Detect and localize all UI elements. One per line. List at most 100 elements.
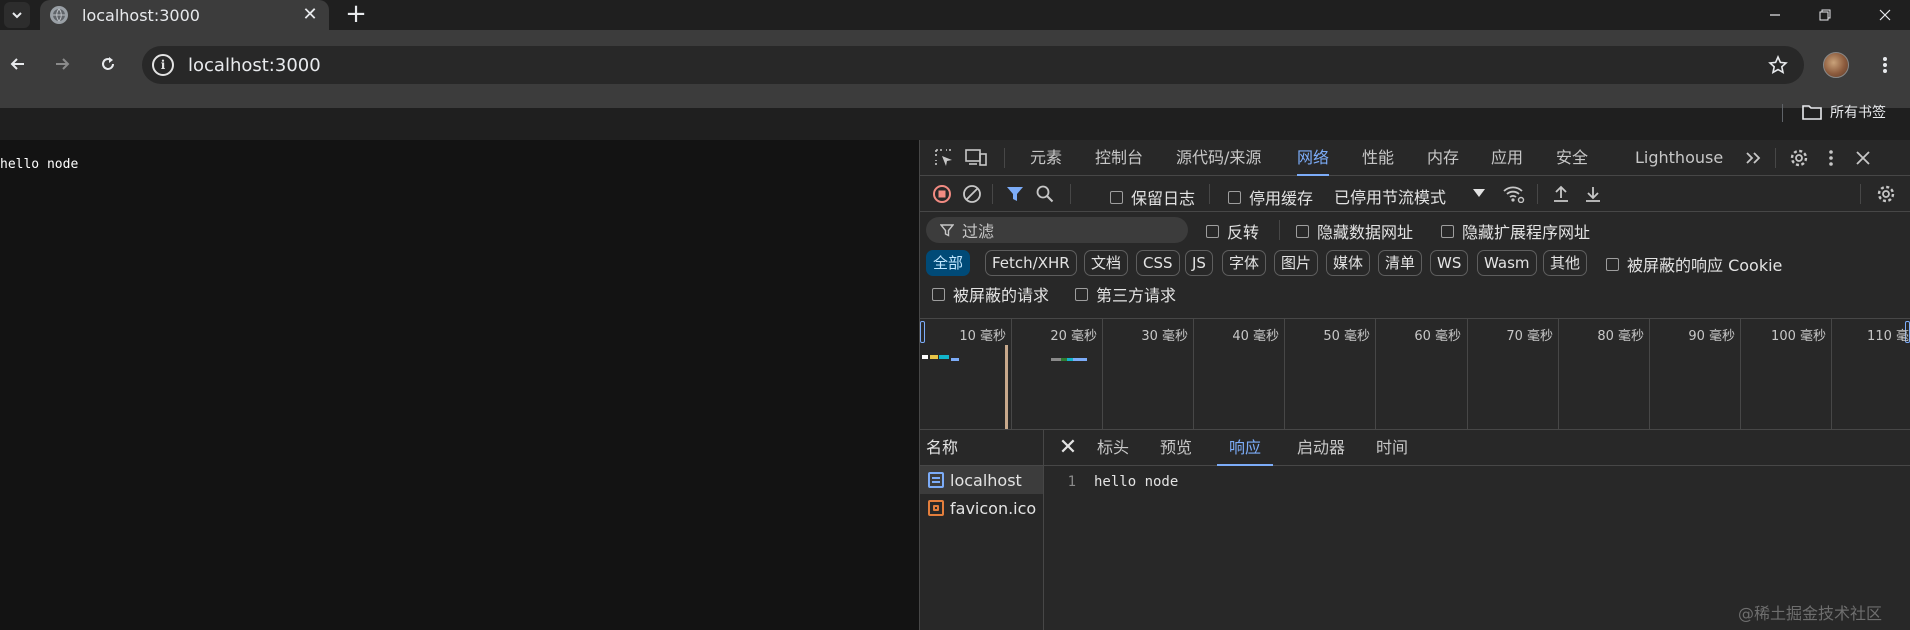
tab-lighthouse[interactable]: Lighthouse [1635, 140, 1723, 176]
details-tab-bar: ✕ 标头 预览 响应 启动器 时间 [1044, 430, 1910, 466]
profile-avatar[interactable] [1823, 52, 1849, 78]
response-text[interactable]: hello node [1094, 474, 1178, 490]
checkbox[interactable] [1206, 224, 1219, 238]
close-window-button[interactable] [1860, 0, 1910, 30]
blocked-response-cookies-checkbox[interactable]: 被屏蔽的响应 Cookie [1606, 252, 1782, 276]
line-number: 1 [1067, 474, 1076, 490]
document-icon [928, 472, 944, 488]
type-filter-other[interactable]: 其他 [1543, 250, 1588, 276]
forward-button[interactable] [46, 48, 78, 80]
browser-tab[interactable]: localhost:3000 ✕ [40, 0, 329, 30]
tab-performance[interactable]: 性能 [1362, 140, 1394, 176]
checkbox[interactable] [1441, 224, 1454, 238]
address-bar[interactable]: i localhost:3000 [142, 46, 1804, 84]
tab-memory[interactable]: 内存 [1427, 140, 1459, 176]
timeline-label: 60 毫秒 [1414, 329, 1461, 344]
dropdown-arrow-icon[interactable] [1473, 189, 1485, 197]
timeline-label: 100 毫秒 [1771, 329, 1826, 344]
type-filter-font[interactable]: 字体 [1222, 250, 1267, 276]
tab-console[interactable]: 控制台 [1095, 140, 1143, 176]
watermark: @稀土掘金技术社区 [1738, 604, 1883, 623]
device-toolbar-button[interactable] [962, 144, 990, 172]
devtools-settings-button[interactable] [1785, 144, 1813, 172]
clear-button[interactable] [958, 180, 986, 208]
tab-network[interactable]: 网络 [1297, 140, 1330, 176]
checkbox[interactable] [1296, 224, 1309, 238]
request-row[interactable]: localhost [920, 466, 1043, 494]
name-column-header[interactable]: 名称 [920, 430, 1043, 466]
preserve-log-checkbox[interactable]: 保留日志 [1110, 185, 1195, 209]
url-text[interactable]: localhost:3000 [188, 55, 1762, 76]
throttling-select[interactable]: 已停用节流模式 [1334, 184, 1446, 208]
site-info-icon[interactable]: i [152, 54, 174, 76]
tab-timing[interactable]: 时间 [1376, 430, 1408, 466]
checkbox[interactable] [932, 287, 945, 301]
import-har-button[interactable] [1547, 180, 1575, 208]
tab-security[interactable]: 安全 [1556, 140, 1588, 176]
tab-sources[interactable]: 源代码/来源 [1176, 140, 1261, 176]
search-icon [1036, 185, 1054, 203]
bookmark-star-icon[interactable] [1762, 49, 1794, 81]
type-filter-js[interactable]: JS [1185, 250, 1213, 276]
third-party-checkbox[interactable]: 第三方请求 [1075, 282, 1176, 306]
tab-response[interactable]: 响应 [1217, 430, 1274, 466]
search-button[interactable] [1031, 180, 1059, 208]
tab-search-button[interactable] [4, 2, 30, 28]
hide-extension-urls-checkbox[interactable]: 隐藏扩展程序网址 [1441, 219, 1590, 243]
tab-application[interactable]: 应用 [1491, 140, 1523, 176]
tab-initiator[interactable]: 启动器 [1297, 430, 1345, 466]
request-row[interactable]: favicon.ico [920, 494, 1043, 522]
toolbar-separator [1070, 184, 1071, 204]
close-icon [1879, 9, 1891, 21]
response-body[interactable]: 1 hello node [1044, 474, 1179, 490]
checkbox[interactable] [1075, 287, 1088, 301]
filter-input[interactable]: 过滤 [926, 217, 1188, 243]
tab-headers[interactable]: 标头 [1097, 430, 1129, 466]
checkbox[interactable] [1110, 190, 1123, 204]
inspect-element-button[interactable] [930, 144, 958, 172]
network-settings-button[interactable] [1872, 180, 1900, 208]
close-devtools-button[interactable] [1849, 144, 1877, 172]
type-filter-img[interactable]: 图片 [1274, 250, 1319, 276]
type-filter-wasm[interactable]: Wasm [1477, 250, 1537, 276]
checkbox[interactable] [1228, 190, 1241, 204]
network-conditions-button[interactable] [1500, 180, 1528, 208]
request-bar [1051, 358, 1061, 361]
restore-button[interactable] [1800, 0, 1850, 30]
hide-data-urls-checkbox[interactable]: 隐藏数据网址 [1296, 219, 1413, 243]
type-filter-fetch-xhr[interactable]: Fetch/XHR [985, 250, 1077, 276]
browser-menu-button[interactable] [1870, 50, 1900, 80]
device-icon [965, 149, 987, 166]
arrow-left-icon [10, 58, 24, 70]
network-overview-timeline[interactable]: 10 毫秒 20 毫秒 30 毫秒 40 毫秒 50 毫秒 60 毫秒 70 毫… [920, 318, 1910, 430]
tab-preview[interactable]: 预览 [1160, 430, 1192, 466]
type-filter-media[interactable]: 媒体 [1326, 250, 1371, 276]
new-tab-button[interactable]: + [342, 1, 370, 29]
type-filter-ws[interactable]: WS [1430, 250, 1469, 276]
bookmarks-separator [1782, 104, 1783, 122]
type-filter-all[interactable]: 全部 [926, 250, 971, 276]
invert-checkbox[interactable]: 反转 [1206, 219, 1259, 243]
overview-left-handle[interactable] [920, 321, 925, 343]
type-filter-doc[interactable]: 文档 [1084, 250, 1129, 276]
close-details-icon[interactable]: ✕ [1056, 436, 1080, 460]
checkbox[interactable] [1606, 257, 1619, 271]
all-bookmarks-button[interactable]: 所有书签 [1802, 102, 1886, 122]
blocked-requests-checkbox[interactable]: 被屏蔽的请求 [932, 282, 1049, 306]
devtools-menu-button[interactable] [1817, 144, 1845, 172]
type-filter-manifest[interactable]: 清单 [1378, 250, 1423, 276]
reload-button[interactable] [92, 48, 124, 80]
request-bar [951, 358, 959, 361]
export-har-button[interactable] [1579, 180, 1607, 208]
disable-cache-checkbox[interactable]: 停用缓存 [1228, 185, 1313, 209]
more-tabs-button[interactable] [1740, 144, 1768, 172]
tab-elements[interactable]: 元素 [1030, 140, 1062, 176]
minimize-button[interactable] [1750, 0, 1800, 30]
stop-recording-button[interactable] [928, 180, 956, 208]
filter-toggle-button[interactable] [1001, 180, 1029, 208]
back-button[interactable] [2, 48, 34, 80]
image-icon [928, 500, 944, 516]
tab-close-icon[interactable]: ✕ [301, 6, 319, 24]
toolbar-separator [992, 184, 993, 204]
type-filter-css[interactable]: CSS [1136, 250, 1180, 276]
